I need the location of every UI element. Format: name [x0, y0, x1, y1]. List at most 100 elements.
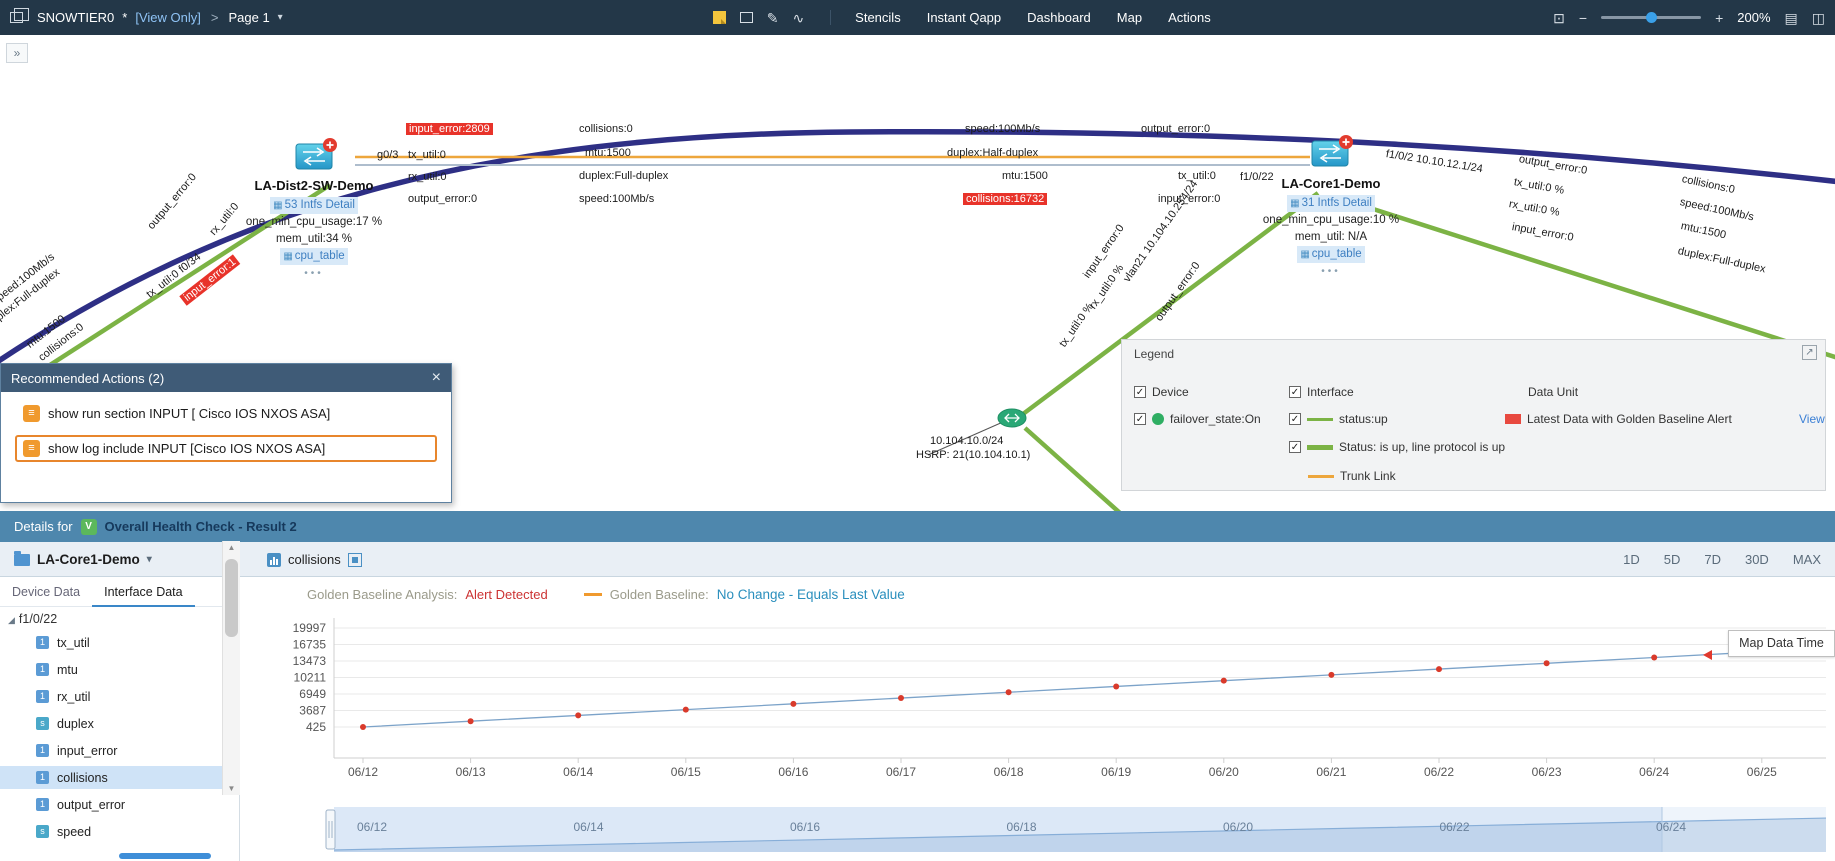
- top-toolbar: SNOWTIER0 * [View Only] > Page 1 ▾ ✎ ∿ S…: [0, 0, 1835, 35]
- variable-item-duplex[interactable]: sduplex: [0, 712, 222, 735]
- tab-interface-data[interactable]: Interface Data: [92, 577, 195, 607]
- draw-pencil-icon[interactable]: ✎: [767, 11, 779, 25]
- device-name[interactable]: LA-Core1-Demo: [1226, 176, 1436, 191]
- svg-text:06/18: 06/18: [994, 765, 1024, 779]
- legend-expand-icon[interactable]: ↗: [1802, 345, 1817, 360]
- shape-rect-icon[interactable]: [740, 12, 753, 23]
- link-data-label: speed:100Mb/s: [965, 123, 1040, 135]
- variable-item-speed[interactable]: sspeed: [0, 820, 222, 843]
- metric-name-label: collisions: [288, 552, 341, 567]
- svg-text:16735: 16735: [293, 638, 327, 652]
- intfs-detail-link[interactable]: ▦31 Intfs Detail: [1287, 195, 1375, 212]
- zoom-slider[interactable]: [1601, 16, 1701, 19]
- scroll-down-icon[interactable]: ▼: [223, 784, 240, 793]
- recommended-actions-panel: Recommended Actions (2) × ≡show run sect…: [0, 363, 452, 503]
- cpu-table-link[interactable]: ▦cpu_table: [280, 248, 347, 265]
- menu-item-actions[interactable]: Actions: [1168, 10, 1211, 25]
- map-data-time-box[interactable]: Map Data Time: [1728, 630, 1835, 657]
- zoom-level[interactable]: 200%: [1737, 10, 1770, 25]
- range-drag-handle[interactable]: [326, 810, 335, 849]
- hsrp-node-icon[interactable]: [998, 409, 1026, 427]
- view-only-link[interactable]: [View Only]: [135, 10, 201, 25]
- trunk-link-label: Trunk Link: [1340, 469, 1396, 483]
- svg-text:06/14: 06/14: [573, 820, 603, 834]
- tab-device-data[interactable]: Device Data: [0, 577, 92, 607]
- alert-data-label[interactable]: collisions:16732: [963, 193, 1047, 205]
- range-30d[interactable]: 30D: [1745, 552, 1769, 567]
- recommended-actions-header[interactable]: Recommended Actions (2) ×: [1, 364, 451, 392]
- range-5d[interactable]: 5D: [1664, 552, 1681, 567]
- failover-checkbox[interactable]: ✓: [1134, 413, 1146, 425]
- panel-expander-button[interactable]: »: [6, 43, 28, 63]
- sidebar-scrollbar[interactable]: ▲ ▼: [222, 541, 240, 795]
- range-1d[interactable]: 1D: [1623, 552, 1640, 567]
- zoom-out-button[interactable]: −: [1579, 11, 1587, 25]
- variable-item-output_error[interactable]: 1output_error: [0, 793, 222, 816]
- status-up-checkbox[interactable]: ✓: [1289, 413, 1301, 425]
- device-la-dist2[interactable]: LA-Dist2-SW-Demo ▦53 Intfs Detail one_mi…: [209, 178, 419, 282]
- range-7d[interactable]: 7D: [1704, 552, 1721, 567]
- menu-item-dashboard[interactable]: Dashboard: [1027, 10, 1091, 25]
- topology-map[interactable]: » input_error:2809g0/3tx_util:0rx_util:0…: [0, 35, 1835, 511]
- variable-item-rx_util[interactable]: 1rx_util: [0, 685, 222, 708]
- svg-text:06/16: 06/16: [790, 820, 820, 834]
- note-icon[interactable]: [713, 11, 726, 24]
- interface-tree-parent[interactable]: ◢f1/0/22: [0, 607, 239, 631]
- svg-text:10211: 10211: [294, 671, 327, 685]
- sidebar-hscrollbar[interactable]: [119, 853, 211, 859]
- variable-item-mtu[interactable]: 1mtu: [0, 658, 222, 681]
- device-name[interactable]: LA-Dist2-SW-Demo: [209, 178, 419, 193]
- variable-item-collisions[interactable]: 1collisions: [0, 766, 222, 789]
- zoom-slider-knob[interactable]: [1646, 12, 1657, 23]
- device-selector[interactable]: LA-Core1-Demo ▾: [14, 542, 152, 577]
- cpu-table-link[interactable]: ▦cpu_table: [1297, 246, 1364, 263]
- status-up-link-hsrp-down[interactable]: [1025, 428, 1120, 511]
- menu-item-stencils[interactable]: Stencils: [855, 10, 901, 25]
- cpu-usage-label: one_min_cpu_usage:10 %: [1226, 212, 1436, 229]
- device-checkbox[interactable]: ✓: [1134, 386, 1146, 398]
- page-selector[interactable]: Page 1: [228, 10, 269, 25]
- recommended-action-item[interactable]: ≡show run section INPUT [ Cisco IOS NXOS…: [15, 400, 437, 427]
- map-data-time-marker-icon: [1703, 650, 1712, 660]
- collapse-triangle-icon[interactable]: ◢: [8, 615, 15, 625]
- view-link[interactable]: View: [1799, 412, 1825, 426]
- status-long-checkbox[interactable]: ✓: [1289, 441, 1301, 453]
- device-la-core1[interactable]: LA-Core1-Demo ▦31 Intfs Detail one_min_c…: [1226, 176, 1436, 280]
- more-dots[interactable]: •••: [209, 265, 419, 282]
- fit-screen-icon[interactable]: ⊡: [1553, 11, 1565, 25]
- chevron-down-icon[interactable]: ▾: [278, 12, 283, 23]
- zoom-in-button[interactable]: +: [1715, 11, 1723, 25]
- windows-icon[interactable]: [10, 12, 23, 23]
- intfs-detail-link[interactable]: ▦53 Intfs Detail: [270, 197, 358, 214]
- more-dots[interactable]: •••: [1226, 263, 1436, 280]
- variable-label: tx_util: [57, 636, 90, 650]
- device-icon-la-dist2[interactable]: [296, 138, 337, 169]
- scrollbar-thumb[interactable]: [225, 559, 238, 637]
- menu-item-instant-qapp[interactable]: Instant Qapp: [927, 10, 1001, 25]
- variable-item-tx_util[interactable]: 1tx_util: [0, 631, 222, 654]
- export-icon[interactable]: ▤: [1785, 11, 1798, 25]
- variable-label: rx_util: [57, 690, 90, 704]
- scroll-up-icon[interactable]: ▲: [223, 543, 240, 552]
- share-icon[interactable]: ◫: [1812, 11, 1825, 25]
- draw-curve-icon[interactable]: ∿: [792, 11, 804, 25]
- recommended-action-item[interactable]: ≡show log include INPUT [Cisco IOS NXOS …: [15, 435, 437, 462]
- link-data-label: mtu:1500: [585, 147, 631, 159]
- svg-text:06/21: 06/21: [1316, 765, 1346, 779]
- range-max[interactable]: MAX: [1793, 552, 1821, 567]
- table-icon: ▦: [1290, 198, 1299, 209]
- chevron-down-icon[interactable]: ▾: [147, 554, 152, 565]
- menu-item-map[interactable]: Map: [1117, 10, 1142, 25]
- close-icon[interactable]: ×: [432, 369, 441, 387]
- alert-data-label[interactable]: input_error:2809: [406, 123, 493, 135]
- table-icon: ▦: [273, 200, 282, 211]
- variable-item-input_error[interactable]: 1input_error: [0, 739, 222, 762]
- svg-text:425: 425: [306, 720, 326, 734]
- svg-text:06/22: 06/22: [1424, 765, 1454, 779]
- link-data-label: duplex:Full-duplex: [579, 170, 668, 182]
- collisions-chart[interactable]: 425368769491021113473167351999706/1206/1…: [240, 577, 1835, 861]
- interface-checkbox[interactable]: ✓: [1289, 386, 1301, 398]
- pin-chart-icon[interactable]: [348, 553, 362, 567]
- details-header[interactable]: Details for V Overall Health Check - Res…: [0, 511, 1835, 542]
- map-title: SNOWTIER0: [37, 10, 114, 25]
